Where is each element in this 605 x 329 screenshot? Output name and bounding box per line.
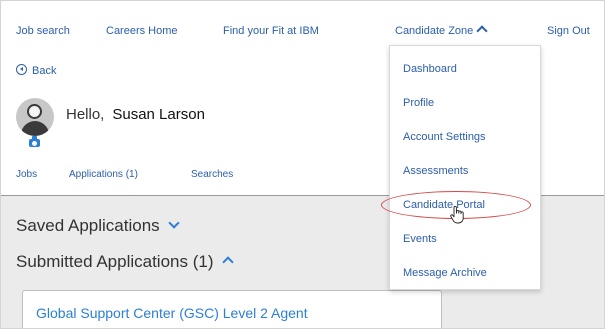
job-title-link[interactable]: Global Support Center (GSC) Level 2 Agen… xyxy=(36,305,308,321)
menu-item-assessments[interactable]: Assessments xyxy=(403,165,468,177)
chevron-up-icon xyxy=(221,256,234,268)
tab-jobs[interactable]: Jobs xyxy=(16,169,37,180)
menu-item-candidate-portal[interactable]: Candidate Portal xyxy=(403,199,485,211)
saved-applications-title: Saved Applications xyxy=(16,216,160,235)
avatar xyxy=(16,98,54,136)
menu-item-account-settings[interactable]: Account Settings xyxy=(403,131,486,143)
nav-candidate-zone-label: Candidate Zone xyxy=(395,25,474,37)
menu-item-message-archive[interactable]: Message Archive xyxy=(403,267,487,279)
avatar-shoulders xyxy=(21,121,49,136)
chevron-down-icon xyxy=(167,217,180,229)
tab-searches[interactable]: Searches xyxy=(191,169,233,180)
candidate-zone-dropdown: Dashboard Profile Account Settings Asses… xyxy=(389,45,541,290)
back-icon xyxy=(16,64,27,75)
nav-job-search[interactable]: Job search xyxy=(16,25,70,37)
greeting-hello: Hello, xyxy=(66,106,105,123)
menu-item-events[interactable]: Events xyxy=(403,233,437,245)
job-card[interactable]: Global Support Center (GSC) Level 2 Agen… xyxy=(22,290,442,328)
saved-applications-toggle[interactable]: Saved Applications xyxy=(16,216,180,236)
submitted-applications-toggle[interactable]: Submitted Applications (1) xyxy=(16,252,234,272)
top-navigation: Job search Careers Home Find your Fit at… xyxy=(1,1,604,45)
back-link[interactable]: Back xyxy=(16,63,56,77)
nav-careers-home[interactable]: Careers Home xyxy=(106,25,178,37)
hand-cursor-icon xyxy=(450,206,464,224)
nav-candidate-zone[interactable]: Candidate Zone xyxy=(395,25,488,37)
tab-applications[interactable]: Applications (1) xyxy=(69,169,138,180)
chevron-up-icon xyxy=(476,25,488,37)
greeting: Hello, Susan Larson xyxy=(66,106,205,123)
page-frame: Job search Careers Home Find your Fit at… xyxy=(0,0,605,329)
avatar-head xyxy=(27,104,42,119)
submitted-applications-title: Submitted Applications (1) xyxy=(16,252,214,271)
menu-item-profile[interactable]: Profile xyxy=(403,97,434,109)
user-name: Susan Larson xyxy=(112,106,205,123)
menu-item-dashboard[interactable]: Dashboard xyxy=(403,63,457,75)
nav-find-your-fit[interactable]: Find your Fit at IBM xyxy=(223,25,319,37)
camera-icon[interactable] xyxy=(29,136,40,147)
nav-sign-out[interactable]: Sign Out xyxy=(547,25,590,37)
back-label: Back xyxy=(32,65,57,77)
